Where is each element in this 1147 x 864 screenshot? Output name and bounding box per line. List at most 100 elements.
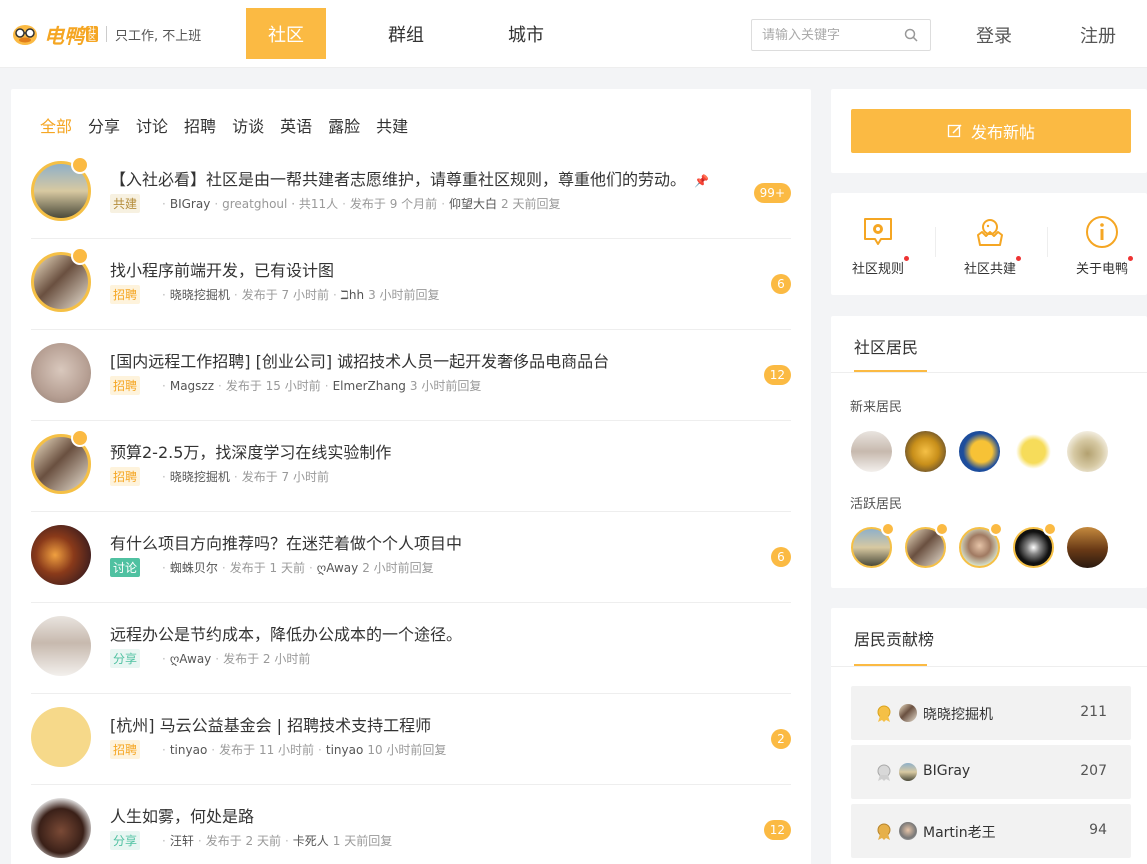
avatar[interactable]: [31, 707, 91, 767]
avatar[interactable]: [899, 822, 917, 840]
rank-title: 居民贡献榜: [854, 630, 935, 649]
reply-time: 10 小时前回复: [367, 743, 447, 757]
tag-recruit[interactable]: 招聘: [110, 467, 141, 486]
quick-link-rules[interactable]: 社区规则: [833, 215, 923, 277]
avatar[interactable]: [899, 704, 917, 722]
post-item[interactable]: [国内远程工作招聘] [创业公司] 诚招技术人员一起开发奢侈品电商品台 招聘 ·…: [31, 330, 791, 421]
avatar[interactable]: [31, 798, 91, 858]
rank-user-name[interactable]: BIGray: [923, 763, 970, 779]
verified-badge-icon: [71, 247, 89, 265]
tag-cojoin[interactable]: 共建: [110, 194, 141, 213]
post-time: 发布于 11 小时前: [219, 743, 315, 757]
search-icon[interactable]: [904, 28, 918, 42]
avatar[interactable]: [899, 763, 917, 781]
register-link[interactable]: 注册: [1080, 22, 1116, 48]
tab-share[interactable]: 分享: [88, 113, 120, 137]
tag-recruit[interactable]: 招聘: [110, 376, 141, 395]
login-link[interactable]: 登录: [976, 22, 1012, 48]
author-link[interactable]: BIGray: [170, 197, 210, 211]
reply-time: 3 小时前回复: [368, 288, 440, 302]
resident-avatar[interactable]: [959, 431, 1000, 472]
replier-link[interactable]: 卡死人: [293, 832, 329, 849]
tab-face[interactable]: 露脸: [328, 113, 360, 137]
nav-groups[interactable]: 群组: [366, 8, 446, 59]
avatar[interactable]: [31, 616, 91, 676]
resident-avatar[interactable]: [851, 431, 892, 472]
tag-share[interactable]: 分享: [110, 831, 141, 850]
rank-score: 207: [1080, 763, 1107, 779]
post-time: 发布于 15 小时前: [225, 379, 321, 393]
new-post-button[interactable]: 发布新帖: [851, 109, 1131, 153]
logo[interactable]: 电鸭 社区 只工作, 不上班: [10, 18, 201, 50]
author-link[interactable]: 汪轩: [170, 832, 194, 849]
quick-link-label: 社区共建: [963, 262, 1016, 277]
verified-badge-icon: [1043, 522, 1057, 536]
avatar[interactable]: [31, 525, 91, 585]
post-item[interactable]: 预算2-2.5万，找深度学习在线实验制作 招聘 · 晓晓挖掘机 · 发布于 7 …: [31, 421, 791, 512]
author-link[interactable]: 蜘蛛贝尔: [170, 559, 218, 576]
post-title[interactable]: 人生如雾，何处是路: [110, 803, 254, 827]
rank-user-name[interactable]: 晓晓挖掘机: [923, 704, 993, 724]
nav-community[interactable]: 社区: [246, 8, 326, 59]
post-meta: 共建 · BIGray · greatghoul · 共11人 · 发布于 9 …: [110, 194, 560, 213]
author-link[interactable]: 晓晓挖掘机: [170, 468, 230, 485]
post-title[interactable]: 远程办公是节约成本，降低办公成本的一个途径。: [110, 621, 462, 645]
author-link[interactable]: Magszz: [170, 379, 214, 393]
replier-link[interactable]: ElmerZhang: [333, 379, 406, 393]
author-link[interactable]: tinyao: [170, 743, 207, 757]
resident-avatar[interactable]: [1067, 431, 1108, 472]
quick-link-cojoin[interactable]: 社区共建: [945, 215, 1035, 277]
nav-city[interactable]: 城市: [486, 8, 566, 59]
resident-avatar[interactable]: [905, 431, 946, 472]
tag-discuss[interactable]: 讨论: [110, 558, 141, 577]
post-item[interactable]: 找小程序前端开发，已有设计图 招聘 · 晓晓挖掘机 · 发布于 7 小时前 · …: [31, 239, 791, 330]
post-title[interactable]: 【入社必看】社区是由一帮共建者志愿维护，请尊重社区规则，尊重他们的劳动。 📌: [110, 166, 709, 190]
post-title[interactable]: 找小程序前端开发，已有设计图: [110, 257, 334, 281]
post-item[interactable]: 远程办公是节约成本，降低办公成本的一个途径。 分享 · ღAway · 发布于 …: [31, 603, 791, 694]
residents-title: 社区居民: [854, 338, 919, 357]
edit-icon: [947, 124, 962, 138]
author-link[interactable]: ღAway: [170, 652, 211, 666]
avatar[interactable]: [31, 343, 91, 403]
post-title[interactable]: [国内远程工作招聘] [创业公司] 诚招技术人员一起开发奢侈品电商品台: [110, 348, 609, 372]
post-item[interactable]: 有什么项目方向推荐吗？在迷茫着做个个人项目中 讨论 · 蜘蛛贝尔 · 发布于 1…: [31, 512, 791, 603]
author-link[interactable]: 晓晓挖掘机: [170, 286, 230, 303]
post-time: 发布于 7 小时前: [241, 288, 329, 302]
gear-icon: [864, 218, 892, 245]
post-item[interactable]: 【入社必看】社区是由一帮共建者志愿维护，请尊重社区规则，尊重他们的劳动。 📌 共建…: [31, 148, 791, 239]
rank-row[interactable]: 晓晓挖掘机 211: [851, 686, 1131, 740]
rank-user-name[interactable]: Martin老王: [923, 822, 996, 842]
tab-recruit[interactable]: 招聘: [184, 113, 216, 137]
co-authors: greatghoul · 共11人: [222, 197, 339, 211]
tag-recruit[interactable]: 招聘: [110, 285, 141, 304]
post-time: 发布于 7 小时前: [241, 470, 329, 484]
tab-all[interactable]: 全部: [40, 113, 72, 137]
tab-interview[interactable]: 访谈: [232, 113, 264, 137]
post-title[interactable]: [杭州] 马云公益基金会 | 招聘技术支持工程师: [110, 712, 431, 736]
reply-count-badge: 12: [763, 365, 791, 385]
chick-icon: [977, 219, 1003, 246]
resident-avatar[interactable]: [1013, 431, 1054, 472]
replier-link[interactable]: 仰望大白: [449, 195, 497, 212]
tab-english[interactable]: 英语: [280, 113, 312, 137]
quick-link-about[interactable]: 关于电鸭: [1057, 215, 1147, 277]
replier-link[interactable]: ღAway: [317, 561, 358, 575]
tab-discuss[interactable]: 讨论: [136, 113, 168, 137]
quick-link-label: 社区规则: [851, 262, 904, 277]
tag-recruit[interactable]: 招聘: [110, 740, 141, 759]
post-title[interactable]: 预算2-2.5万，找深度学习在线实验制作: [110, 439, 391, 463]
replier-link[interactable]: tinyao: [326, 743, 363, 757]
rank-row[interactable]: Martin老王 94: [851, 804, 1131, 858]
rank-row[interactable]: BIGray 207: [851, 745, 1131, 799]
post-title[interactable]: 有什么项目方向推荐吗？在迷茫着做个个人项目中: [110, 530, 462, 554]
resident-avatar[interactable]: [1067, 527, 1108, 568]
tag-share[interactable]: 分享: [110, 649, 141, 668]
replier-link[interactable]: ℶhh: [341, 288, 364, 302]
info-icon: [1086, 216, 1118, 248]
search-input[interactable]: [762, 27, 892, 43]
tab-cojoin[interactable]: 共建: [376, 113, 408, 137]
post-list-panel: 全部 分享 讨论 招聘 访谈 英语 露脸 共建 【入社必看】社区是由一帮共建者志…: [11, 89, 811, 864]
post-item[interactable]: [杭州] 马云公益基金会 | 招聘技术支持工程师 招聘 · tinyao · 发…: [31, 694, 791, 785]
post-item[interactable]: 人生如雾，何处是路 分享 · 汪轩 · 发布于 2 天前 · 卡死人 1 天前回…: [31, 785, 791, 864]
search-box: [751, 19, 931, 51]
